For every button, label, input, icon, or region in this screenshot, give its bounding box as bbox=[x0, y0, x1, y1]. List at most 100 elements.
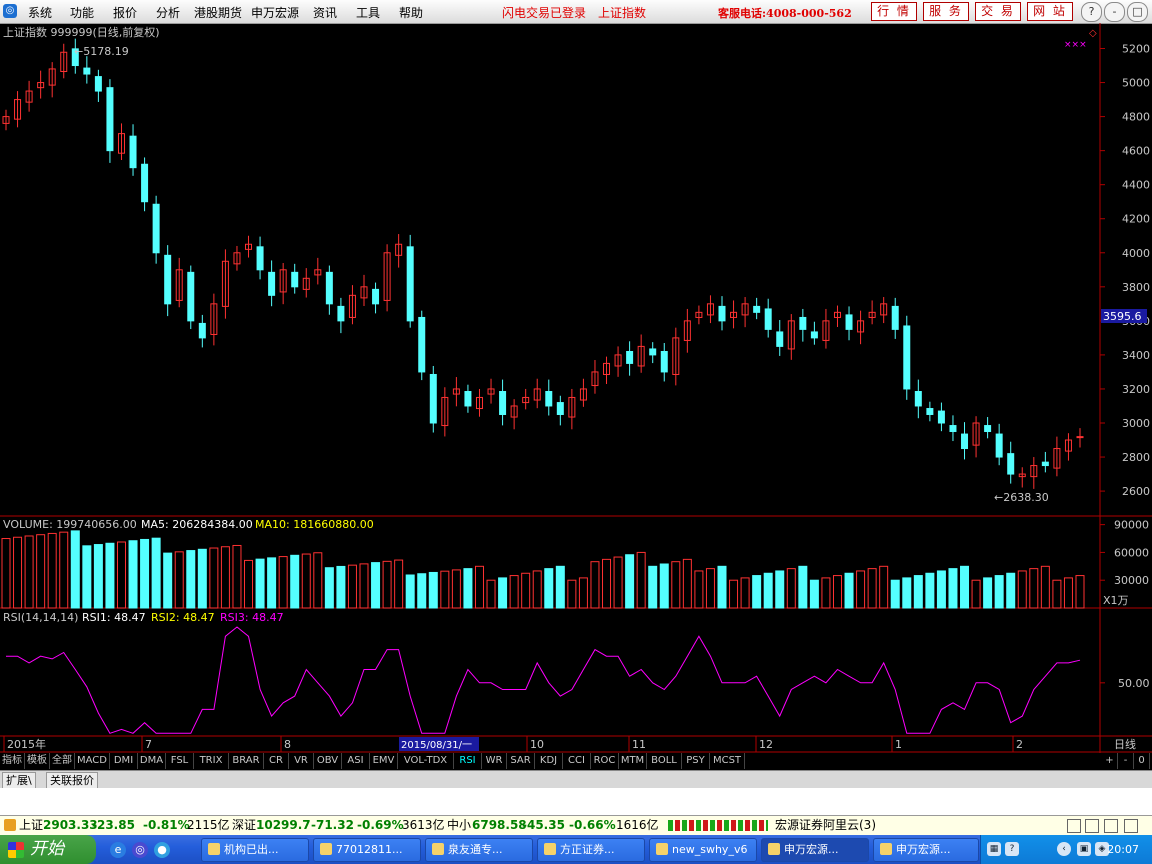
tray-back-icon[interactable]: ‹ bbox=[1057, 842, 1071, 856]
indicator-tab-cci[interactable]: CCI bbox=[563, 753, 591, 769]
taskbar-button[interactable]: 77012811... bbox=[313, 838, 421, 862]
taskbar-button[interactable]: 申万宏源... bbox=[761, 838, 869, 862]
indicator-tab-[interactable]: 模板 bbox=[25, 753, 50, 769]
taskbar-button[interactable]: new_swhy_v6 bbox=[649, 838, 757, 862]
price-tick-label: 3800 bbox=[1122, 281, 1150, 294]
candle-body bbox=[429, 373, 437, 424]
task-label: 申万宏源... bbox=[784, 843, 839, 856]
indicator-tab-kdj[interactable]: KDJ bbox=[535, 753, 563, 769]
x-axis: 2015年 7 8 10 11 12 1 2 bbox=[3, 736, 1023, 752]
price-tick-label: 3200 bbox=[1122, 383, 1150, 396]
period-label[interactable]: 日线 bbox=[1114, 737, 1136, 751]
app-logo-icon[interactable]: ◎ bbox=[3, 4, 17, 18]
indicator-tab-brar[interactable]: BRAR bbox=[229, 753, 264, 769]
price-tick-label: 3400 bbox=[1122, 349, 1150, 362]
chart-area[interactable]: 2600280030003200340036003800400042004400… bbox=[0, 23, 1152, 753]
candle-body bbox=[845, 314, 853, 330]
menu-tools[interactable]: 工具 bbox=[356, 4, 380, 21]
menu-news[interactable]: 资讯 bbox=[313, 4, 337, 21]
nav-service-button[interactable]: 服 务 bbox=[923, 2, 969, 21]
indicator-tab-macd[interactable]: MACD bbox=[75, 753, 110, 769]
tray-settings-icon[interactable] bbox=[1124, 819, 1138, 833]
indicator-tab-sar[interactable]: SAR bbox=[507, 753, 535, 769]
taskbar-button[interactable]: 申万宏源... bbox=[873, 838, 979, 862]
tray-keyboard-icon[interactable]: ▦ bbox=[987, 842, 1001, 856]
subtab-expand[interactable]: 扩展\ bbox=[2, 772, 36, 789]
volume-bar bbox=[463, 568, 473, 609]
zoom-button-1[interactable]: - bbox=[1118, 753, 1134, 769]
volume-bar bbox=[232, 544, 242, 609]
candle-body bbox=[891, 305, 899, 330]
indicator-tab-dma[interactable]: DMA bbox=[138, 753, 166, 769]
indicator-tab-voltdx[interactable]: VOL-TDX bbox=[398, 753, 454, 769]
volume-bar bbox=[694, 570, 704, 609]
zoom-button-2[interactable]: 0 bbox=[1134, 753, 1150, 769]
tray-network-icon[interactable]: ▣ bbox=[1077, 842, 1091, 856]
candle-body bbox=[418, 316, 426, 373]
volume-bar bbox=[313, 552, 323, 609]
menu-hk-futures[interactable]: 港股期货 bbox=[194, 4, 242, 21]
indicator-tab-asi[interactable]: ASI bbox=[342, 753, 370, 769]
volume-bar bbox=[555, 565, 565, 609]
candle-body bbox=[984, 425, 992, 433]
volume-bar bbox=[671, 561, 681, 609]
tray-help-icon[interactable]: ? bbox=[1005, 842, 1019, 856]
taskbar-button[interactable]: 方正证券... bbox=[537, 838, 645, 862]
indicator-tab-[interactable]: 指标 bbox=[0, 753, 25, 769]
price-tick-label: 4400 bbox=[1122, 179, 1150, 192]
tray-signal-icon[interactable] bbox=[1104, 819, 1118, 833]
tray-window-icon[interactable] bbox=[1067, 819, 1081, 833]
price-tick-label: 5000 bbox=[1122, 77, 1150, 90]
nav-website-button[interactable]: 网 站 bbox=[1027, 2, 1073, 21]
indicator-tab-mtm[interactable]: MTM bbox=[619, 753, 647, 769]
task-label: 泉友通专... bbox=[448, 843, 503, 856]
menu-quote[interactable]: 报价 bbox=[113, 4, 137, 21]
nav-trade-button[interactable]: 交 易 bbox=[975, 2, 1021, 21]
indicator-tab-wr[interactable]: WR bbox=[482, 753, 507, 769]
zoom-button-0[interactable]: + bbox=[1102, 753, 1118, 769]
sz-pct: -0.69% bbox=[357, 818, 404, 832]
indicator-tab-psy[interactable]: PSY bbox=[682, 753, 710, 769]
indicator-tab-dmi[interactable]: DMI bbox=[110, 753, 138, 769]
volume-bar bbox=[244, 559, 254, 609]
ie-icon[interactable]: e bbox=[110, 842, 126, 858]
indicator-tab-trix[interactable]: TRIX bbox=[194, 753, 229, 769]
restore-button[interactable]: □ bbox=[1127, 2, 1148, 22]
indicator-tab-obv[interactable]: OBV bbox=[314, 753, 342, 769]
desktop-icon[interactable]: ● bbox=[154, 842, 170, 858]
help-button[interactable]: ? bbox=[1081, 2, 1102, 22]
start-button[interactable]: 开始 bbox=[0, 835, 96, 864]
menu-system[interactable]: 系统 bbox=[28, 4, 52, 21]
menu-help[interactable]: 帮助 bbox=[399, 4, 423, 21]
indicator-tab-rsi[interactable]: RSI bbox=[454, 753, 482, 769]
indicator-tab-roc[interactable]: ROC bbox=[591, 753, 619, 769]
price-axis: 2600280030003200340036003800400042004400… bbox=[1100, 43, 1150, 498]
scroll-up-icon[interactable]: ◇ bbox=[1089, 28, 1097, 39]
menu-swhy[interactable]: 申万宏源 bbox=[251, 4, 299, 21]
taskbar-button[interactable]: 机构已出... bbox=[201, 838, 309, 862]
indicator-tab-fsl[interactable]: FSL bbox=[166, 753, 194, 769]
system-tray: ▦ ? ‹ ▣ ◈ 20:07 bbox=[980, 835, 1152, 864]
indicator-tab-[interactable]: 全部 bbox=[50, 753, 75, 769]
zx-value[interactable]: 6798.58 bbox=[472, 816, 527, 835]
sh-value[interactable]: 2903.33 bbox=[43, 816, 98, 835]
volume-bar bbox=[394, 559, 404, 609]
subtab-related-quotes[interactable]: 关联报价 bbox=[46, 772, 98, 789]
minimize-button[interactable]: - bbox=[1104, 2, 1125, 22]
server-name[interactable]: 宏源证券阿里云(3) bbox=[775, 816, 876, 835]
volume-bar bbox=[440, 570, 450, 609]
indicator-tab-emv[interactable]: EMV bbox=[370, 753, 398, 769]
indicator-tab-mcst[interactable]: MCST bbox=[710, 753, 745, 769]
nav-market-button[interactable]: 行 情 bbox=[871, 2, 917, 21]
sz-value[interactable]: 10299.7 bbox=[256, 816, 311, 835]
menu-analysis[interactable]: 分析 bbox=[156, 4, 180, 21]
taskbar-button[interactable]: 泉友通专... bbox=[425, 838, 533, 862]
tray-sound-icon[interactable] bbox=[1085, 819, 1099, 833]
indicator-tab-boll[interactable]: BOLL bbox=[647, 753, 682, 769]
volume-bar bbox=[82, 545, 92, 609]
app-quicklaunch-icon[interactable]: ◎ bbox=[132, 842, 148, 858]
menu-function[interactable]: 功能 bbox=[70, 4, 94, 21]
price-tick-label: 4600 bbox=[1122, 145, 1150, 158]
indicator-tab-vr[interactable]: VR bbox=[289, 753, 314, 769]
indicator-tab-cr[interactable]: CR bbox=[264, 753, 289, 769]
